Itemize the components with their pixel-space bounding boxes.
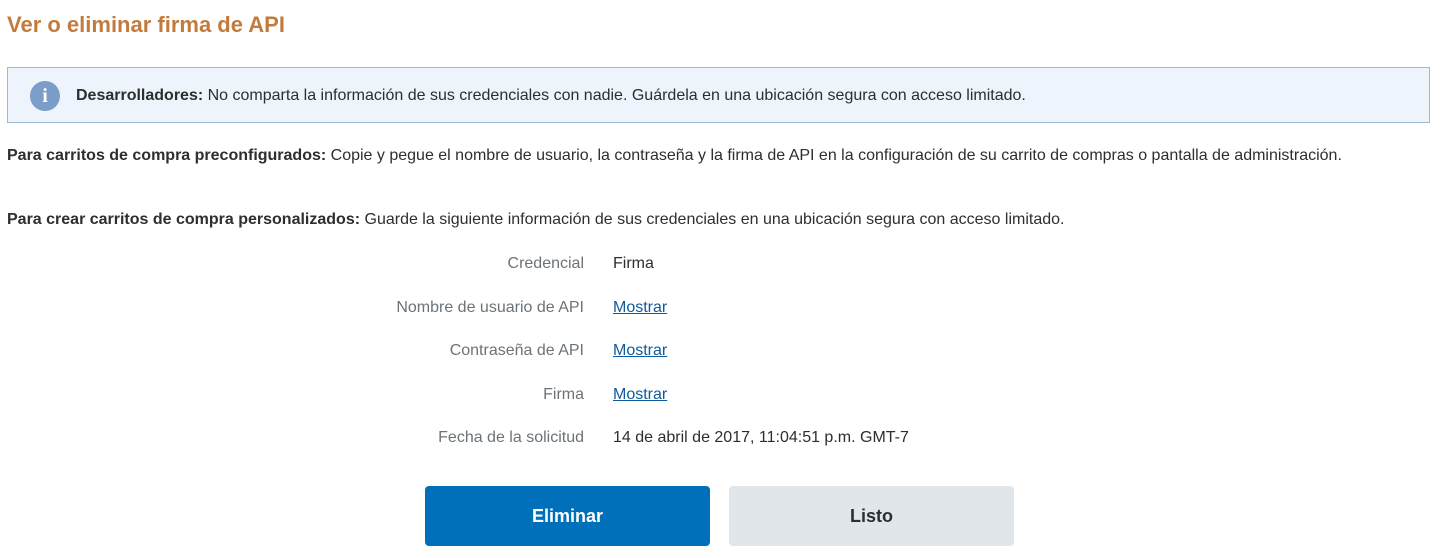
delete-button[interactable]: Eliminar [425,486,710,546]
show-signature-link[interactable]: Mostrar [613,386,667,404]
preconfigured-instructions: Para carritos de compra preconfigurados:… [7,143,1417,169]
credential-value: Firma [613,255,654,272]
request-date-value: 14 de abril de 2017, 11:04:51 p.m. GMT-7 [613,429,909,446]
signature-label: Firma [543,385,584,403]
custom-instructions: Para crear carritos de compra personaliz… [7,207,1417,233]
page-title: Ver o eliminar firma de API [7,12,285,37]
alert-bold-label: Desarrolladores: [76,87,204,104]
custom-bold-label: Para crear carritos de compra personaliz… [7,211,361,228]
signature-row: Firma Mostrar [0,381,1442,425]
alert-message: Desarrolladores: No comparta la informac… [76,87,1026,105]
api-username-label: Nombre de usuario de API [396,298,584,316]
custom-text: Guarde la siguiente información de sus c… [360,211,1065,228]
api-password-row: Contraseña de API Mostrar [0,337,1442,381]
developer-alert: i Desarrolladores: No comparta la inform… [7,67,1430,123]
show-password-link[interactable]: Mostrar [613,342,667,360]
done-button[interactable]: Listo [729,486,1014,546]
request-date-row: Fecha de la solicitud 14 de abril de 201… [0,424,1442,468]
preconfigured-bold-label: Para carritos de compra preconfigurados: [7,147,327,164]
show-username-link[interactable]: Mostrar [613,299,667,317]
request-date-label: Fecha de la solicitud [438,429,584,446]
api-username-row: Nombre de usuario de API Mostrar [0,294,1442,338]
api-password-label: Contraseña de API [449,342,584,359]
preconfigured-text: Copie y pegue el nombre de usuario, la c… [326,147,1342,164]
credential-row: Credencial Firma [0,250,1442,294]
info-icon: i [30,81,60,111]
alert-body: No comparta la información de sus creden… [203,87,1026,104]
credentials-table: Credencial Firma Nombre de usuario de AP… [0,250,1442,468]
api-signature-page: Ver o eliminar firma de API i Desarrolla… [0,0,1442,558]
credential-label: Credencial [507,255,584,272]
